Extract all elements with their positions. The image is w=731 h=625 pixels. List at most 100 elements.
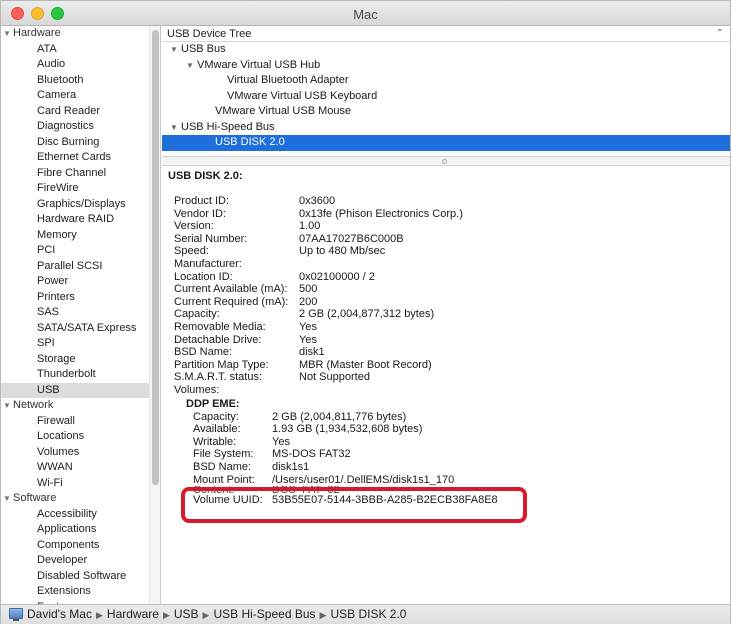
sidebar-item-components[interactable]: Components xyxy=(1,538,160,554)
sidebar-item-ata[interactable]: ATA xyxy=(1,42,160,58)
breadcrumb-item-usb-disk-2-0[interactable]: USB DISK 2.0 xyxy=(330,607,406,621)
category-list: ▼ Hardware ATA Audio Bluetooth Camera Card Rea… xyxy=(1,26,160,604)
sidebar-item-parallel-scsi[interactable]: Parallel SCSI xyxy=(1,259,160,275)
property-key: Vendor ID: xyxy=(174,207,226,220)
sidebar-item-card-reader[interactable]: Card Reader xyxy=(1,104,160,120)
property-row-version: Version: 1.00 xyxy=(174,220,463,233)
sidebar-group-network[interactable]: ▼ Network xyxy=(1,398,160,414)
sidebar-item-hardware-raid[interactable]: Hardware RAID xyxy=(1,212,160,228)
sidebar-item-volumes[interactable]: Volumes xyxy=(1,445,160,461)
property-value: disk1s1 xyxy=(272,460,310,473)
disclosure-triangle-icon[interactable]: ▼ xyxy=(3,491,13,507)
property-row-s-m-a-r-t-status: S.M.A.R.T. status: Not Supported xyxy=(174,371,463,384)
sidebar-item-ethernet-cards[interactable]: Ethernet Cards xyxy=(1,150,160,166)
system-information-window: Mac ▼ Hardware ATA Audio Bluetooth Camera Card… xyxy=(0,0,731,624)
sidebar-item-diagnostics[interactable]: Diagnostics xyxy=(1,119,160,135)
breadcrumb-item-usb[interactable]: USB xyxy=(174,607,199,621)
tree-row-label: VMware Virtual USB Mouse xyxy=(215,105,352,117)
sort-chevron-up-icon[interactable]: ⌃ xyxy=(716,26,724,42)
property-key: Manufacturer: xyxy=(174,257,242,270)
property-value: 2 GB (2,004,877,312 bytes) xyxy=(299,308,435,321)
tree-row-vmware-virtual-usb-keyboard[interactable]: VMware Virtual USB Keyboard xyxy=(162,89,730,105)
sidebar-item-sata-sata-express[interactable]: SATA/SATA Express xyxy=(1,321,160,337)
sidebar-item-thunderbolt[interactable]: Thunderbolt xyxy=(1,367,160,383)
tree-column-header[interactable]: USB Device Tree ⌃ xyxy=(162,26,730,42)
sidebar-group-software[interactable]: ▼ Software xyxy=(1,491,160,507)
property-value: 1.00 xyxy=(299,220,321,233)
sidebar-item-pci[interactable]: PCI xyxy=(1,243,160,259)
sidebar-item-graphics-displays[interactable]: Graphics/Displays xyxy=(1,197,160,213)
tree-row-label: VMware Virtual USB Keyboard xyxy=(227,89,378,102)
property-key: Current Available (mA): xyxy=(174,283,288,296)
pane-splitter[interactable] xyxy=(162,156,730,166)
volume-name: DDP EME: xyxy=(186,398,240,410)
disclosure-triangle-icon[interactable]: ▼ xyxy=(186,58,197,74)
sidebar-item-disc-burning[interactable]: Disc Burning xyxy=(1,135,160,151)
property-value: 07AA17027B6C000B xyxy=(299,232,404,245)
sidebar-item-sas[interactable]: SAS xyxy=(1,305,160,321)
property-key: Version: xyxy=(174,220,214,233)
tree-rows: ▼ USB Bus ▼ VMware Virtual USB Hub Virtual B… xyxy=(162,42,730,151)
sidebar-item-usb[interactable]: USB xyxy=(1,382,160,398)
property-key: Available: xyxy=(193,423,241,436)
sidebar-group-label: Software xyxy=(13,492,57,504)
tree-row-virtual-bluetooth-adapter[interactable]: Virtual Bluetooth Adapter xyxy=(162,73,730,89)
breadcrumb-item-david-s-mac[interactable]: David's Mac xyxy=(27,607,92,621)
sidebar-item-audio[interactable]: Audio xyxy=(1,57,160,73)
property-key: Serial Number: xyxy=(174,232,248,245)
sidebar-item-fibre-channel[interactable]: Fibre Channel xyxy=(1,166,160,182)
property-key: Removable Media: xyxy=(174,320,266,333)
breadcrumb: David's Mac ▶ Hardware ▶ USB ▶ USB Hi-Speed Bu… xyxy=(27,607,406,621)
disclosure-triangle-icon[interactable]: ▼ xyxy=(3,398,13,414)
sidebar-item-locations[interactable]: Locations xyxy=(1,429,160,445)
tree-row-label: USB Bus xyxy=(181,43,226,55)
property-key: Mount Point: xyxy=(193,473,255,486)
breadcrumb-separator-icon: ▶ xyxy=(162,610,170,620)
tree-row-usb-bus[interactable]: ▼ USB Bus xyxy=(162,42,730,58)
volume-property-row-bsd-name: BSD Name: disk1s1 xyxy=(186,461,498,474)
breadcrumb-separator-icon: ▶ xyxy=(319,610,327,620)
sidebar-item-developer[interactable]: Developer xyxy=(1,553,160,569)
tree-row-vmware-virtual-usb-hub[interactable]: ▼ VMware Virtual USB Hub xyxy=(162,58,730,74)
breadcrumb-separator-icon: ▶ xyxy=(202,610,210,620)
splitter-handle-icon[interactable] xyxy=(442,159,447,164)
property-row-location-id: Location ID: 0x02100000 / 2 xyxy=(174,271,463,284)
sidebar-item-memory[interactable]: Memory xyxy=(1,228,160,244)
property-value: Yes xyxy=(299,320,317,333)
breadcrumb-item-usb-hi-speed-bus[interactable]: USB Hi-Speed Bus xyxy=(213,607,315,621)
tree-row-usb-hi-speed-bus[interactable]: ▼ USB Hi-Speed Bus xyxy=(162,120,730,136)
property-key: Speed: xyxy=(174,245,209,258)
property-key: Volumes: xyxy=(174,383,220,396)
property-row-detachable-drive: Detachable Drive: Yes xyxy=(174,334,463,347)
sidebar-item-camera[interactable]: Camera xyxy=(1,88,160,104)
sidebar-item-power[interactable]: Power xyxy=(1,274,160,290)
tree-row-usb-disk-2-0[interactable]: USB DISK 2.0 xyxy=(162,135,730,151)
sidebar-item-accessibility[interactable]: Accessibility xyxy=(1,507,160,523)
sidebar-item-printers[interactable]: Printers xyxy=(1,290,160,306)
sidebar-item-bluetooth[interactable]: Bluetooth xyxy=(1,73,160,89)
sidebar-item-firewall[interactable]: Firewall xyxy=(1,414,160,430)
computer-icon xyxy=(9,608,23,622)
sidebar-item-applications[interactable]: Applications xyxy=(1,522,160,538)
sidebar-item-spi[interactable]: SPI xyxy=(1,336,160,352)
disclosure-triangle-icon[interactable]: ▼ xyxy=(3,26,13,42)
property-value: 0x13fe (Phison Electronics Corp.) xyxy=(299,207,463,220)
tree-row-vmware-virtual-usb-mouse[interactable]: VMware Virtual USB Mouse xyxy=(162,104,730,120)
sidebar-item-extensions[interactable]: Extensions xyxy=(1,584,160,600)
sidebar-group-hardware[interactable]: ▼ Hardware xyxy=(1,26,160,42)
sidebar-scrollbar-thumb[interactable] xyxy=(152,30,159,485)
property-value: 0x02100000 / 2 xyxy=(299,270,375,283)
disclosure-triangle-icon[interactable]: ▼ xyxy=(170,120,181,136)
sidebar-item-wi-fi[interactable]: Wi-Fi xyxy=(1,476,160,492)
volume-property-row-writable: Writable: Yes xyxy=(186,436,498,449)
sidebar-scrollbar[interactable] xyxy=(149,26,160,604)
sidebar-item-storage[interactable]: Storage xyxy=(1,352,160,368)
tree-header-label: USB Device Tree xyxy=(167,28,252,40)
sidebar-item-disabled-software[interactable]: Disabled Software xyxy=(1,569,160,585)
disclosure-triangle-icon[interactable]: ▼ xyxy=(170,42,181,58)
property-key: File System: xyxy=(193,448,254,461)
sidebar-item-firewire[interactable]: FireWire xyxy=(1,181,160,197)
breadcrumb-item-hardware[interactable]: Hardware xyxy=(107,607,159,621)
sidebar-item-wwan[interactable]: WWAN xyxy=(1,460,160,476)
title-bar[interactable]: Mac xyxy=(1,1,730,26)
